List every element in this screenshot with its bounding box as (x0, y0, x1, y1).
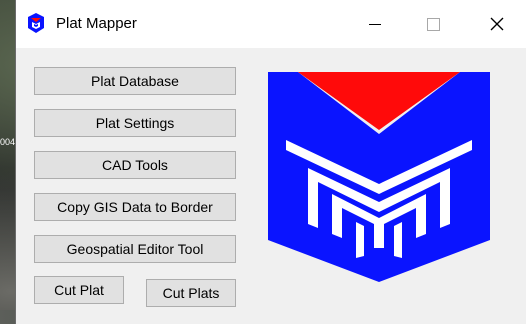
maximize-button[interactable] (404, 0, 462, 48)
pm-logo-icon (268, 72, 490, 282)
title-bar[interactable]: Plat Mapper (16, 0, 526, 48)
plat-database-button[interactable]: Plat Database (34, 67, 236, 95)
cut-plats-button[interactable]: Cut Plats (146, 279, 236, 307)
window-title: Plat Mapper (56, 15, 137, 32)
copy-gis-data-button[interactable]: Copy GIS Data to Border (34, 193, 236, 221)
background-label: 004 (0, 137, 16, 147)
maximize-icon (426, 17, 440, 31)
close-button[interactable] (468, 0, 526, 48)
plat-settings-button[interactable]: Plat Settings (34, 109, 236, 137)
plat-mapper-window: Plat Mapper Plat Database Plat Settings … (16, 0, 526, 324)
cut-plat-button[interactable]: Cut Plat (34, 276, 124, 304)
geospatial-editor-button[interactable]: Geospatial Editor Tool (34, 235, 236, 263)
cad-tools-button[interactable]: CAD Tools (34, 151, 236, 179)
close-icon (490, 17, 504, 31)
app-logo-icon (28, 13, 44, 33)
minimize-button[interactable] (346, 0, 404, 48)
minimize-icon (369, 23, 381, 25)
